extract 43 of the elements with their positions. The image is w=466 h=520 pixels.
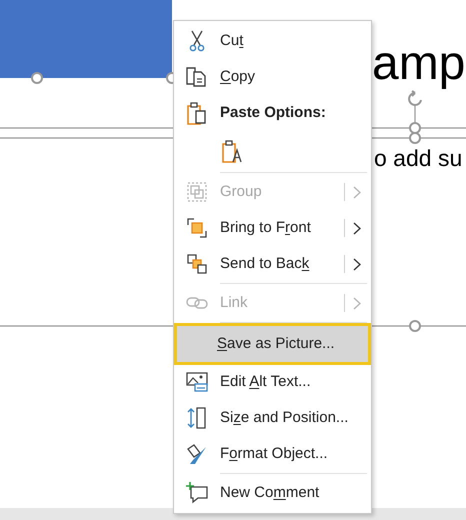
menu-item[interactable]: Size and Position... [174,400,371,436]
send-back-icon [187,254,207,274]
link-icon [186,296,208,310]
menu-item-label: Size and Position... [220,408,348,428]
selection-handles-drawing[interactable] [409,104,421,144]
clipboard-icon [187,101,207,125]
menu-item[interactable]: Copy [174,59,371,95]
menu-item-label: Cut [220,30,244,51]
resize-icon [187,407,207,429]
chevron-right-icon [353,222,361,234]
menu-item-label: Format Object... [220,444,328,464]
menu-item-label: New Comment [220,482,320,503]
menu-item[interactable]: Edit Alt Text... [174,364,371,400]
chevron-right-icon [353,186,361,198]
menu-item[interactable]: New Comment [174,475,371,511]
menu-item-label: Copy [220,66,256,87]
comment-add-icon [186,482,208,504]
resize-handle[interactable] [409,320,421,332]
menu-item[interactable]: Save as Picture... [177,326,368,362]
menu-item-label: Link [220,292,248,313]
rotate-handle-icon[interactable] [406,90,424,108]
menu-item[interactable]: Format Object... [174,436,371,472]
menu-item[interactable]: Send to Back [174,246,371,282]
slide-subtitle-text: o add su [374,147,462,170]
menu-item-label: Send to Back [220,254,310,274]
slide-title-text: amp [372,40,466,88]
chevron-right-icon [353,296,361,310]
menu-item-label: Paste Options: [220,102,326,123]
resize-handle[interactable] [31,72,43,84]
copy-icon [186,67,208,87]
menu-item[interactable]: Cut [174,23,371,59]
chevron-right-icon [353,258,361,270]
menu-item-label: Bring to Front [220,218,311,238]
scissors-icon [189,30,205,52]
menu-item-label: Group [220,182,262,202]
bring-front-icon [187,218,207,238]
menu-item[interactable]: Bring to Front [174,210,371,246]
clipboard-text-icon[interactable] [222,139,244,163]
menu-item-label: Save as Picture... [217,334,335,354]
group-icon [187,182,207,202]
menu-item-label: Edit Alt Text... [220,372,311,392]
paint-brush-icon [186,443,208,465]
image-text-icon [186,372,208,392]
